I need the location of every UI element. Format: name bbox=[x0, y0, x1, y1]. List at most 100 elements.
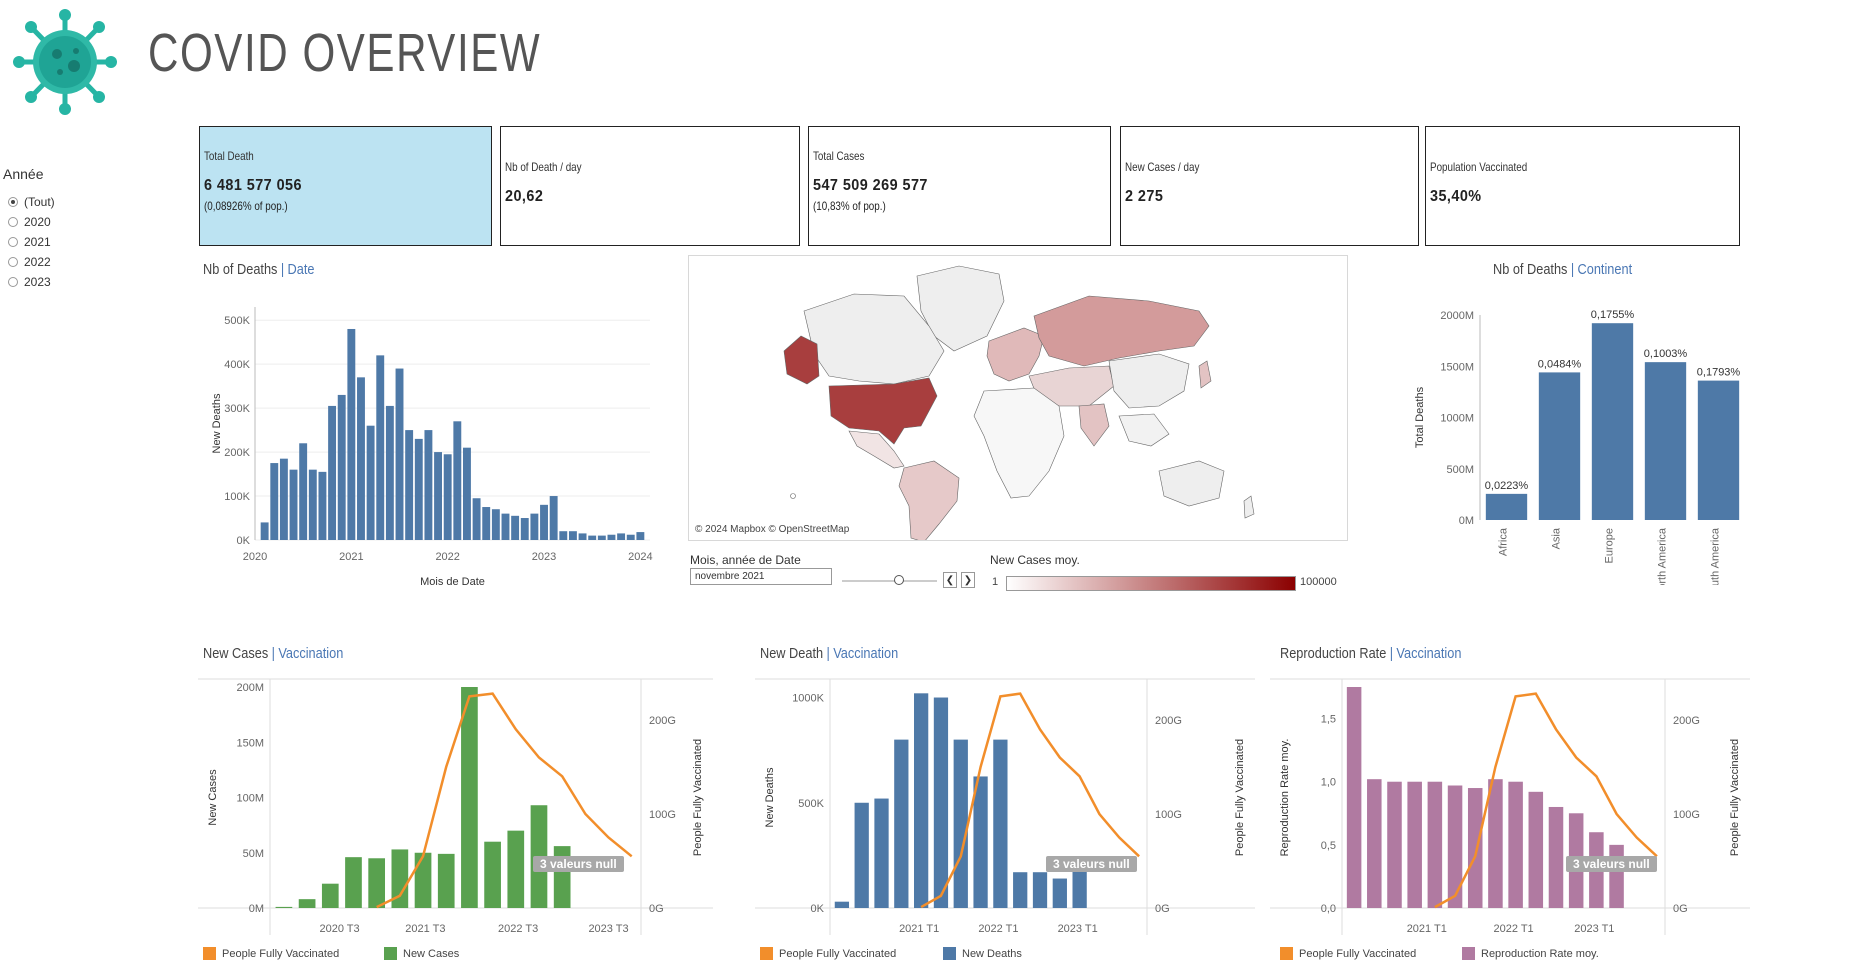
kpi-label: Population Vaccinated bbox=[1430, 160, 1528, 174]
next-button[interactable]: ❯ bbox=[961, 572, 975, 588]
y-tick-label: 1000K bbox=[792, 693, 824, 705]
title-main: Reproduction Rate bbox=[1280, 645, 1387, 662]
year-option-label: 2021 bbox=[24, 235, 51, 249]
data-label: 0,0484% bbox=[1538, 358, 1582, 370]
bar bbox=[298, 899, 316, 908]
map-region-australia[interactable] bbox=[1158, 460, 1225, 507]
x-tick-label: 2021 bbox=[339, 551, 363, 563]
null-values-badge[interactable]: 3 valeurs null bbox=[533, 856, 624, 872]
y-tick-label: 1,0 bbox=[1321, 777, 1336, 789]
bar bbox=[437, 853, 455, 908]
world-map[interactable]: © 2024 Mapbox © OpenStreetMap bbox=[688, 255, 1348, 541]
map-region-east-asia[interactable] bbox=[1108, 353, 1190, 409]
title-dimension: Date bbox=[287, 261, 315, 278]
page-title: COVID OVERVIEW bbox=[148, 23, 542, 83]
kpi-total-cases[interactable]: Total Cases 547 509 269 577 (10,83% of p… bbox=[808, 126, 1111, 246]
map-region-south-america[interactable] bbox=[898, 460, 960, 541]
date-slider-track[interactable] bbox=[842, 580, 937, 582]
y2-axis-title: People Fully Vaccinated bbox=[1234, 739, 1246, 856]
bar bbox=[347, 328, 356, 540]
map-region-usa[interactable] bbox=[828, 377, 938, 445]
year-option-all[interactable]: (Tout) bbox=[8, 195, 55, 209]
y2-tick-label: 100G bbox=[649, 809, 676, 821]
bar bbox=[549, 496, 558, 540]
map-region-alaska[interactable] bbox=[783, 335, 820, 385]
bar bbox=[368, 858, 386, 908]
bar bbox=[607, 534, 616, 540]
legend-repro-rate: Reproduction Rate moy. bbox=[1462, 947, 1599, 960]
map-legend-title: New Cases moy. bbox=[990, 553, 1080, 567]
kpi-value: 6 481 577 056 bbox=[204, 177, 302, 194]
legend-swatch bbox=[203, 947, 216, 960]
bar bbox=[453, 421, 462, 540]
bar bbox=[318, 471, 327, 540]
deaths-by-continent-chart: 0M 500M 1000M 1500M 2000M 0,0223% Africa 0,0484… bbox=[1414, 309, 1740, 585]
year-option-2023[interactable]: 2023 bbox=[8, 275, 51, 289]
map-legend-gradient bbox=[1006, 576, 1296, 591]
y2-tick-label: 100G bbox=[1673, 809, 1700, 821]
kpi-death-per-day[interactable]: Nb of Death / day 20,62 bbox=[500, 126, 800, 246]
year-option-2021[interactable]: 2021 bbox=[8, 235, 51, 249]
map-region-new-zealand[interactable] bbox=[1243, 495, 1255, 519]
title-main: Nb of Deaths bbox=[203, 261, 278, 278]
year-option-2020[interactable]: 2020 bbox=[8, 215, 51, 229]
bar bbox=[597, 535, 606, 540]
y-tick-label: 0K bbox=[237, 535, 251, 547]
kpi-total-death[interactable]: Total Death 6 481 577 056 (0,08926% of p… bbox=[199, 126, 492, 246]
y-tick-label: 1500M bbox=[1440, 361, 1474, 373]
date-filter-input[interactable] bbox=[690, 568, 832, 585]
bar bbox=[626, 534, 635, 540]
kpi-value: 547 509 269 577 bbox=[813, 177, 928, 194]
map-region-africa[interactable] bbox=[973, 387, 1065, 499]
kpi-cases-per-day[interactable]: New Cases / day 2 275 bbox=[1120, 126, 1419, 246]
bar bbox=[260, 522, 269, 540]
kpi-population-vaccinated[interactable]: Population Vaccinated 35,40% bbox=[1425, 126, 1740, 246]
null-values-badge[interactable]: 3 valeurs null bbox=[1046, 856, 1137, 872]
bar bbox=[463, 447, 471, 540]
chevron-left-icon: ❮ bbox=[945, 574, 955, 586]
kpi-label: Total Death bbox=[204, 149, 254, 163]
date-slider-handle[interactable] bbox=[894, 575, 904, 585]
bar bbox=[501, 513, 510, 540]
x-tick-label: South America bbox=[1710, 527, 1722, 585]
bar bbox=[414, 438, 423, 540]
radio-icon bbox=[8, 277, 18, 287]
null-values-badge[interactable]: 3 valeurs null bbox=[1566, 856, 1657, 872]
y-axis-title: Reproduction Rate moy. bbox=[1279, 739, 1291, 857]
map-region-europe[interactable] bbox=[986, 327, 1045, 382]
radio-icon bbox=[8, 257, 18, 267]
bar bbox=[1367, 779, 1382, 908]
bar bbox=[1485, 493, 1528, 520]
map-region-japan[interactable] bbox=[1198, 360, 1212, 389]
map-region-se-asia[interactable] bbox=[1118, 413, 1170, 447]
y2-axis-title: People Fully Vaccinated bbox=[1729, 739, 1741, 856]
bar bbox=[289, 469, 298, 540]
y-tick-label: 100K bbox=[224, 491, 250, 503]
bar bbox=[874, 798, 889, 908]
bar bbox=[953, 739, 968, 908]
bar bbox=[834, 901, 850, 908]
bar bbox=[405, 430, 414, 540]
radio-selected-icon bbox=[8, 197, 18, 207]
data-label: 0,0223% bbox=[1485, 480, 1529, 492]
map-region-island bbox=[790, 493, 796, 499]
bar bbox=[461, 687, 478, 908]
y-tick-label: 500M bbox=[1446, 464, 1474, 476]
bar bbox=[491, 509, 500, 540]
kpi-value: 2 275 bbox=[1125, 188, 1164, 205]
legend-cases-new: New Cases bbox=[384, 947, 459, 960]
legend-label: People Fully Vaccinated bbox=[779, 947, 897, 960]
year-option-2022[interactable]: 2022 bbox=[8, 255, 51, 269]
bar bbox=[973, 776, 988, 908]
bar bbox=[1528, 791, 1544, 908]
title-dimension: Vaccination bbox=[1396, 645, 1462, 662]
title-main: New Death bbox=[760, 645, 824, 662]
prev-button[interactable]: ❮ bbox=[943, 572, 957, 588]
map-region-russia[interactable] bbox=[1033, 295, 1210, 367]
x-tick-label: 2021 T3 bbox=[405, 923, 445, 935]
y-axis-title: Total Deaths bbox=[1414, 386, 1426, 448]
y-tick-label: 0K bbox=[811, 903, 825, 915]
map-region-india[interactable] bbox=[1078, 403, 1110, 447]
bar bbox=[1538, 372, 1581, 520]
bar bbox=[507, 830, 525, 908]
